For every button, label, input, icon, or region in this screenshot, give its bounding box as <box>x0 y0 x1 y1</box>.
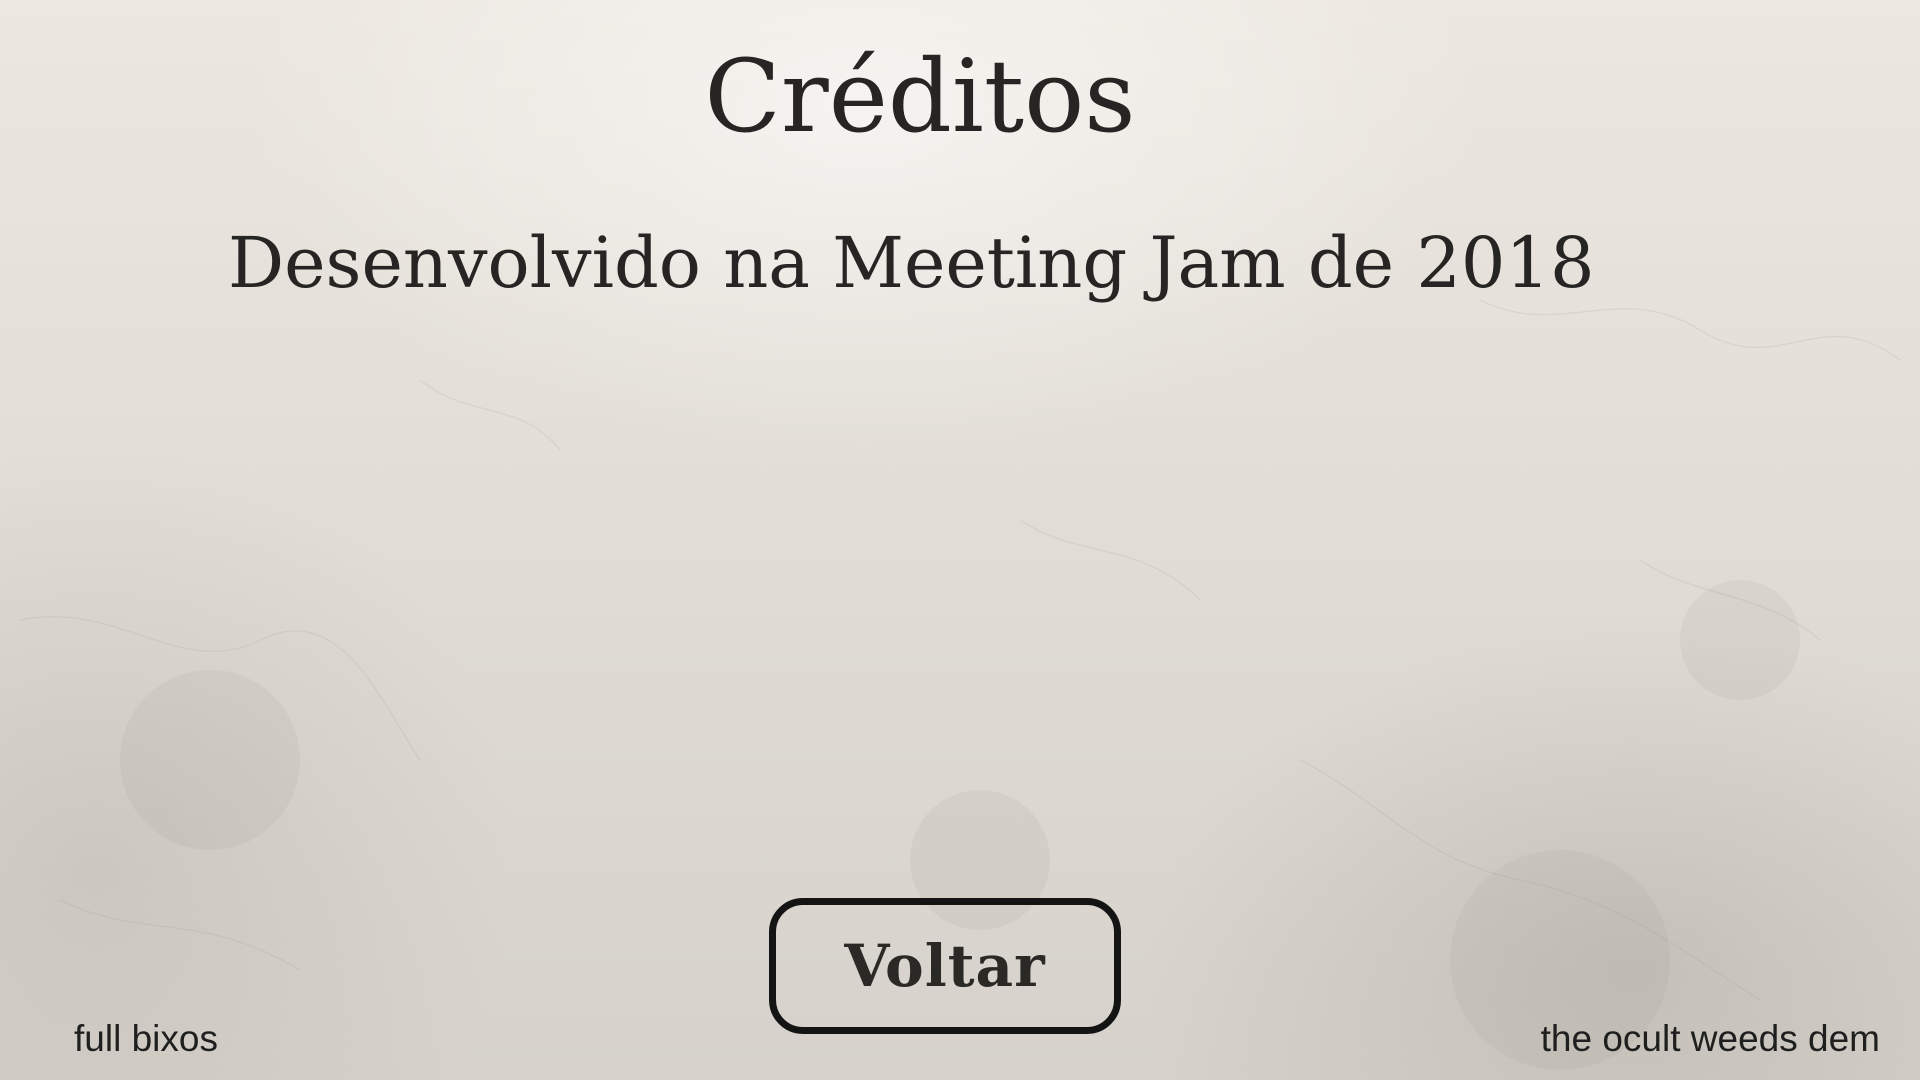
back-button[interactable]: Voltar <box>769 898 1121 1034</box>
back-button-label: Voltar <box>844 932 1046 1000</box>
credit-team-left: full bixos <box>74 1018 218 1059</box>
credits-subtitle: Desenvolvido na Meeting Jam de 2018 <box>228 222 1595 304</box>
credit-team-right: the ocult weeds dem <box>1540 1018 1880 1059</box>
page-title: Créditos <box>704 38 1136 155</box>
